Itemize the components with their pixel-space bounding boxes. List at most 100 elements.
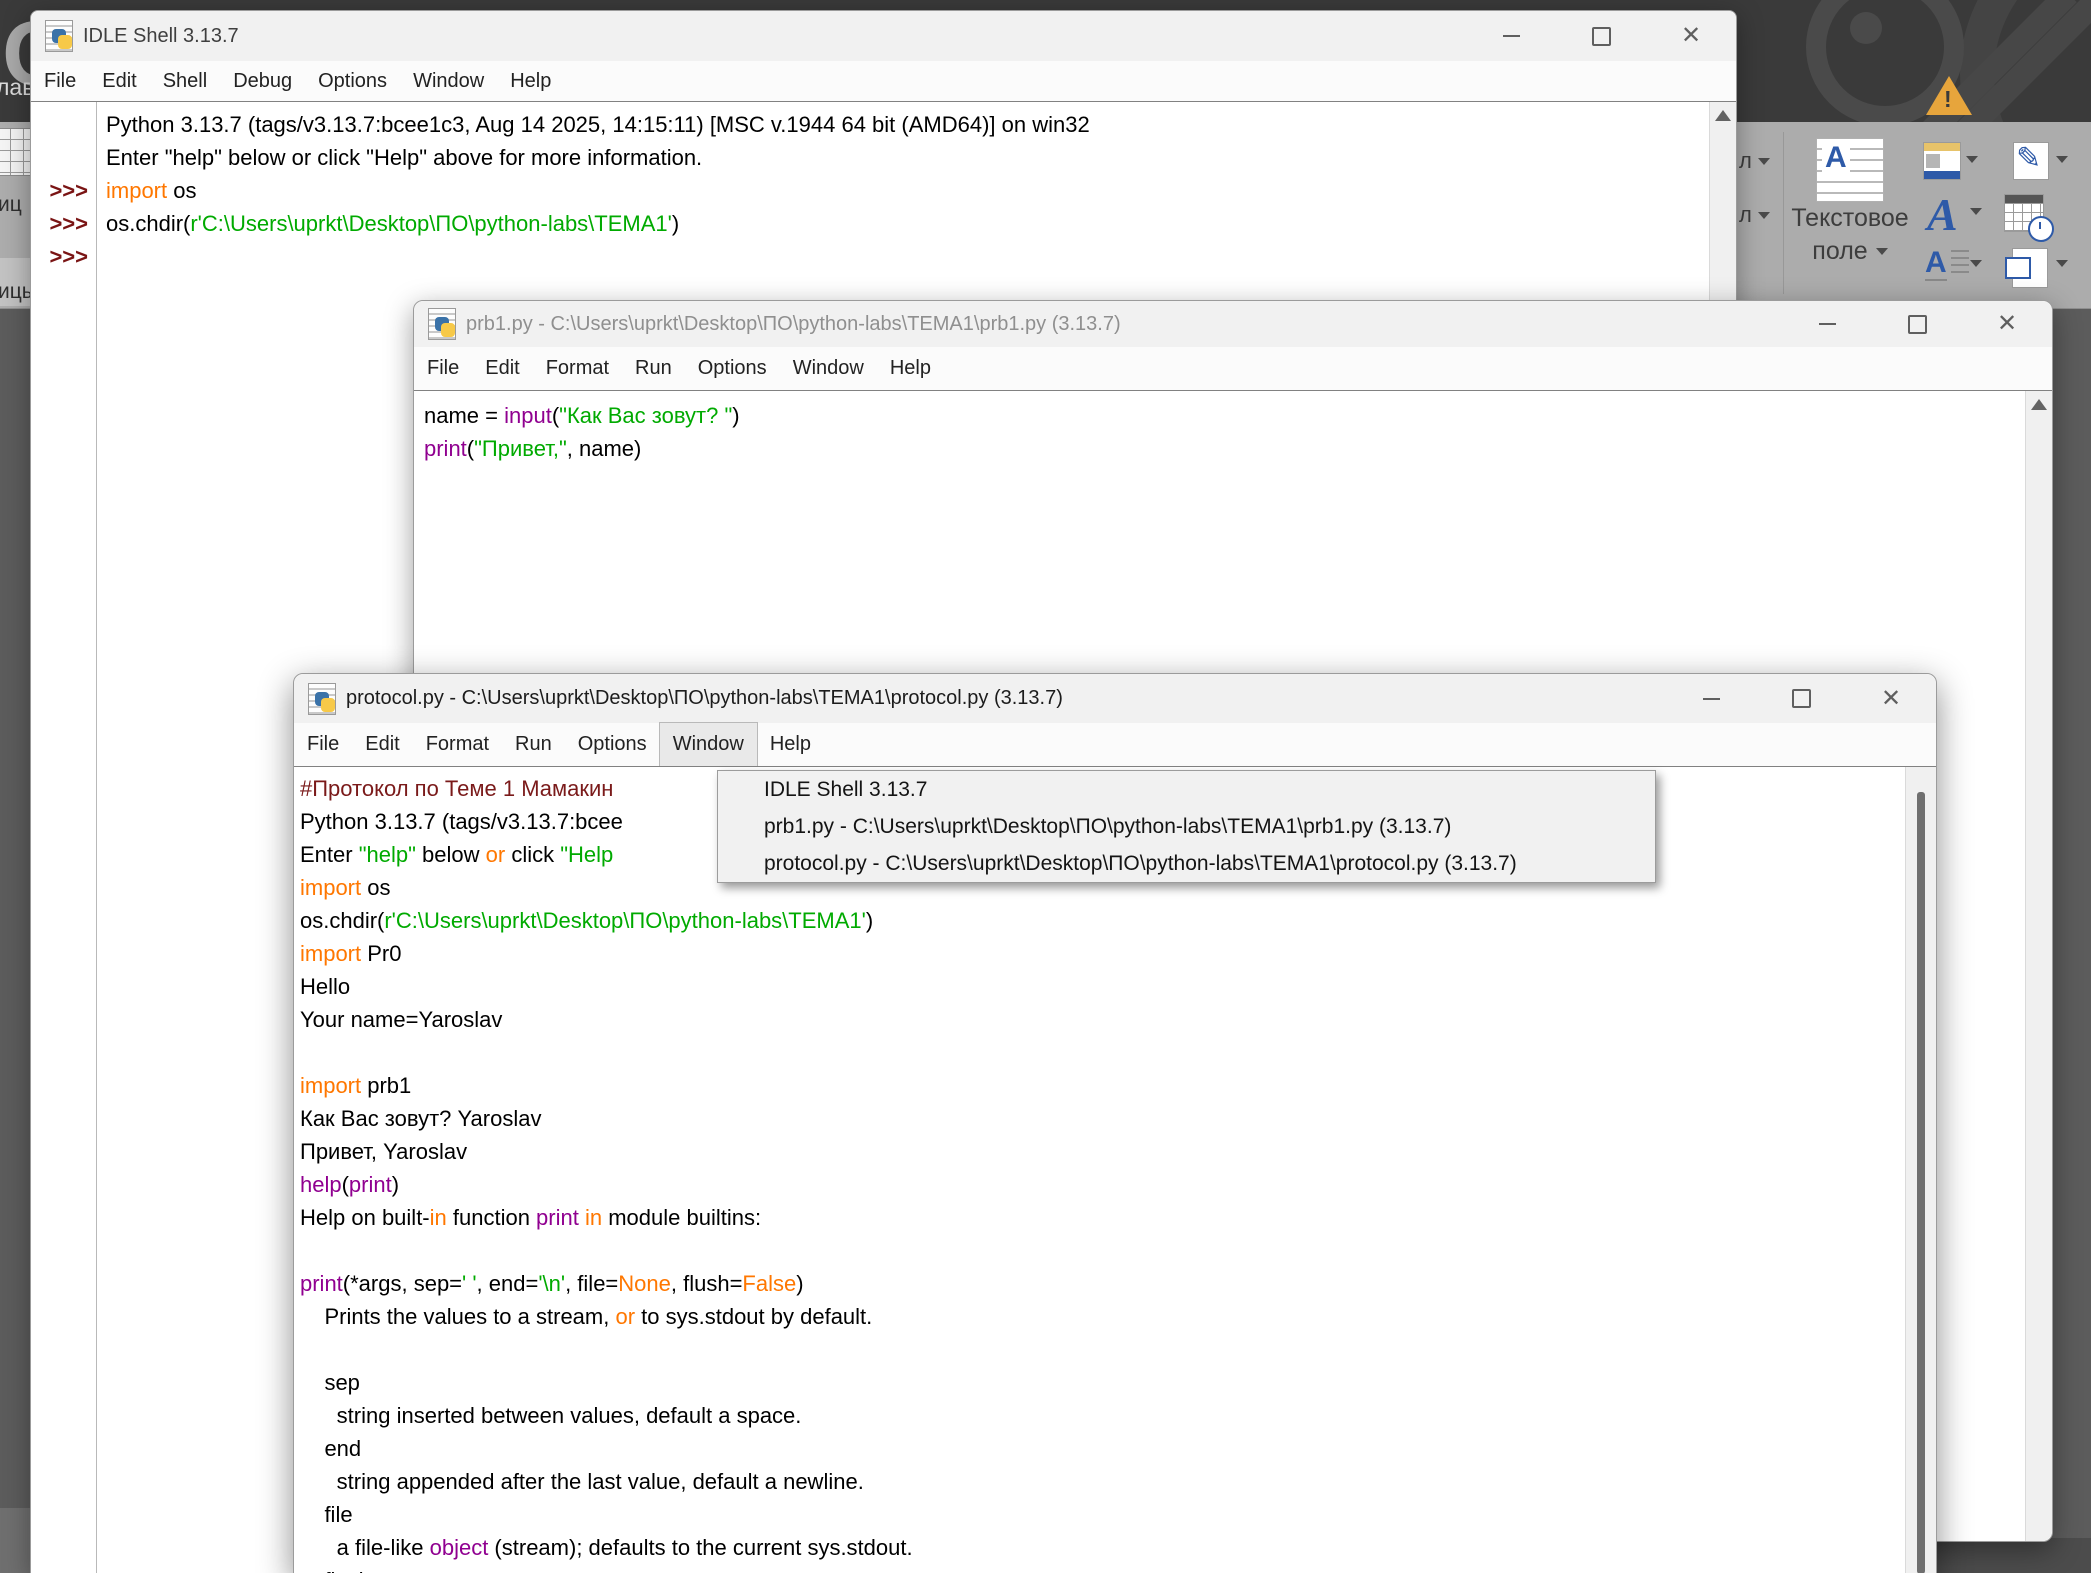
minimize-button[interactable] <box>1466 11 1556 61</box>
python-file-icon <box>45 20 73 52</box>
code-line: string inserted between values, default … <box>300 1399 1905 1432</box>
chevron-down-icon[interactable] <box>2056 156 2068 163</box>
window-title: prb1.py - C:\Users\uprkt\Desktop\ПО\pyth… <box>466 313 1121 336</box>
menu-item-help[interactable]: Help <box>497 61 564 101</box>
window-title: protocol.py - C:\Users\uprkt\Desktop\ПО\… <box>346 687 1063 710</box>
chevron-down-icon[interactable] <box>1970 260 1982 267</box>
close-button[interactable]: ✕ <box>1846 674 1936 723</box>
minimize-button[interactable] <box>1666 674 1756 723</box>
close-button[interactable]: ✕ <box>1646 11 1736 61</box>
chevron-down-icon[interactable] <box>2056 260 2068 267</box>
python-file-icon <box>428 308 456 340</box>
scroll-up-icon[interactable] <box>2031 399 2047 410</box>
shell-prompt: >>> <box>31 174 88 207</box>
code-line: import prb1 <box>300 1069 1905 1102</box>
decorative-dot <box>1850 12 1882 44</box>
code-line: import Pr0 <box>300 937 1905 970</box>
menu-item-window[interactable]: Window <box>780 347 877 390</box>
menu-item-window[interactable]: Window <box>660 723 757 766</box>
ribbon-group-fragment: иц <box>0 193 22 217</box>
title-bar[interactable]: prb1.py - C:\Users\uprkt\Desktop\ПО\pyth… <box>414 301 2052 347</box>
scroll-up-icon[interactable] <box>1715 110 1731 121</box>
word-document-background-left <box>0 309 30 1573</box>
ribbon-separator <box>1783 132 1784 294</box>
maximize-button[interactable] <box>1872 301 1962 347</box>
header-footer-icon[interactable] <box>1923 142 1961 180</box>
menu-bar: FileEditShellDebugOptionsWindowHelp <box>31 61 1736 101</box>
chevron-down-icon[interactable] <box>1966 156 1978 163</box>
window-menu-item[interactable]: IDLE Shell 3.13.7 <box>718 771 1655 808</box>
title-bar[interactable]: IDLE Shell 3.13.7 ✕ <box>31 11 1736 61</box>
editor-content[interactable]: #Протокол по Теме 1 МамакинPython 3.13.7… <box>294 766 1936 1573</box>
menu-item-debug[interactable]: Debug <box>220 61 305 101</box>
code-line <box>106 240 1709 273</box>
menu-item-file[interactable]: File <box>294 723 352 766</box>
code-line: import os <box>106 174 1709 207</box>
menu-item-edit[interactable]: Edit <box>472 347 532 390</box>
code-line: file <box>300 1498 1905 1531</box>
code-line: print(*args, sep=' ', end='\n', file=Non… <box>300 1267 1905 1300</box>
wordart-icon[interactable] <box>1927 188 1967 230</box>
maximize-button[interactable] <box>1556 11 1646 61</box>
chevron-down-icon[interactable] <box>1970 208 1982 215</box>
menu-item-help[interactable]: Help <box>757 723 824 766</box>
code-line: end <box>300 1432 1905 1465</box>
drop-cap-icon[interactable] <box>1925 246 1965 284</box>
code-line <box>300 1333 1905 1366</box>
menu-item-file[interactable]: File <box>31 61 89 101</box>
shell-prompt <box>31 141 88 174</box>
menu-item-window[interactable]: Window <box>400 61 497 101</box>
python-file-icon <box>308 683 336 715</box>
menu-item-run[interactable]: Run <box>502 723 565 766</box>
title-bar[interactable]: protocol.py - C:\Users\uprkt\Desktop\ПО\… <box>294 674 1936 723</box>
shell-prompt: >>> <box>31 240 88 273</box>
code-line: string appended after the last value, de… <box>300 1465 1905 1498</box>
clock-icon <box>2028 216 2054 242</box>
code-line: Как Вас зовут? Yaroslav <box>300 1102 1905 1135</box>
editor-text[interactable]: #Протокол по Теме 1 МамакинPython 3.13.7… <box>294 767 1905 1573</box>
code-line <box>300 1234 1905 1267</box>
window-menu-item[interactable]: protocol.py - C:\Users\uprkt\Desktop\ПО\… <box>718 845 1655 882</box>
protocol-editor-window: protocol.py - C:\Users\uprkt\Desktop\ПО\… <box>293 673 1937 1573</box>
menu-item-file[interactable]: File <box>414 347 472 390</box>
menu-item-help[interactable]: Help <box>877 347 944 390</box>
code-line: os.chdir(r'C:\Users\uprkt\Desktop\ПО\pyt… <box>300 904 1905 937</box>
textbox-icon <box>1816 138 1884 202</box>
signature-icon[interactable] <box>2013 142 2049 180</box>
menu-item-options[interactable]: Options <box>305 61 400 101</box>
maximize-button[interactable] <box>1756 674 1846 723</box>
scrollbar[interactable] <box>1905 767 1936 1573</box>
minimize-button[interactable] <box>1782 301 1872 347</box>
code-line <box>300 1036 1905 1069</box>
menu-item-edit[interactable]: Edit <box>352 723 412 766</box>
close-button[interactable]: ✕ <box>1962 301 2052 347</box>
ribbon-cut-button[interactable]: л <box>1739 148 1770 174</box>
scrollbar[interactable] <box>2025 391 2052 1541</box>
menu-item-format[interactable]: Format <box>533 347 622 390</box>
menu-item-options[interactable]: Options <box>685 347 780 390</box>
code-line: flush <box>300 1564 1905 1573</box>
warning-icon[interactable]: ! <box>1926 76 1974 118</box>
code-line: Your name=Yaroslav <box>300 1003 1905 1036</box>
menu-item-run[interactable]: Run <box>622 347 685 390</box>
menu-item-edit[interactable]: Edit <box>89 61 149 101</box>
desktop: C лав ! иц ицы л л Текстовое поле IDLE S… <box>0 0 2091 1573</box>
code-line: os.chdir(r'C:\Users\uprkt\Desktop\ПО\pyt… <box>106 207 1709 240</box>
textbox-label: Текстовое <box>1788 202 1912 235</box>
word-document-background-left-foot <box>0 1508 30 1573</box>
object-icon[interactable] <box>2012 248 2048 288</box>
code-line: Hello <box>300 970 1905 1003</box>
window-menu-item[interactable]: prb1.py - C:\Users\uprkt\Desktop\ПО\pyth… <box>718 808 1655 845</box>
menu-item-options[interactable]: Options <box>565 723 660 766</box>
menu-item-format[interactable]: Format <box>413 723 502 766</box>
textbox-label: поле <box>1812 235 1867 268</box>
word-document-background-right <box>2051 309 2091 1540</box>
code-line: name = input("Как Вас зовут? ") <box>424 399 2025 432</box>
code-line: Help on built-in function print in modul… <box>300 1201 1905 1234</box>
textbox-button[interactable]: Текстовое поле <box>1788 138 1912 288</box>
menu-bar: FileEditFormatRunOptionsWindowHelp <box>414 347 2052 390</box>
scrollbar-thumb[interactable] <box>1917 792 1925 1573</box>
ribbon-cut-button[interactable]: л <box>1739 202 1770 228</box>
menu-item-shell[interactable]: Shell <box>150 61 220 101</box>
code-line: sep <box>300 1366 1905 1399</box>
